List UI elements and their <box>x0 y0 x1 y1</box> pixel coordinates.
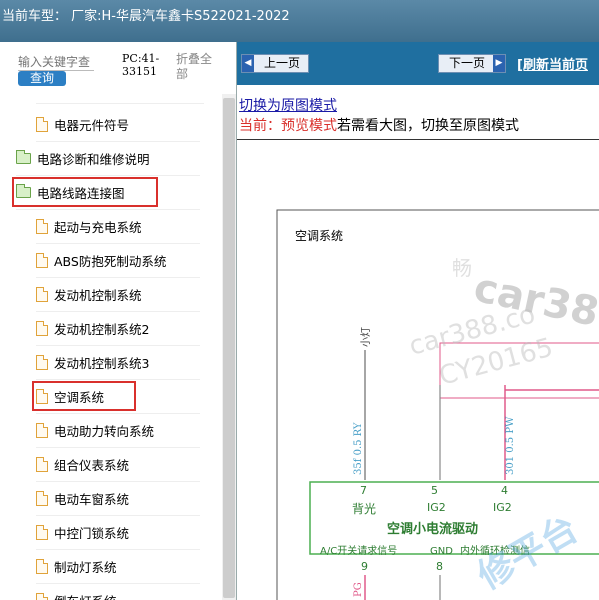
file-icon <box>36 525 48 540</box>
refresh-page-link[interactable]: [刷新当前页 <box>517 54 588 73</box>
page-toolbar: ◀ 上一页 下一页 ▶ [刷新当前页 <box>237 42 599 85</box>
tree-item[interactable]: 电动车窗系统 <box>36 482 200 516</box>
collapse-all-button[interactable]: 折叠全部 <box>176 52 220 82</box>
arrow-right-icon: ▶ <box>493 55 505 72</box>
label-ig2-b: IG2 <box>493 501 512 514</box>
tree-item[interactable]: 电路诊断和维修说明 <box>16 142 200 176</box>
next-page-label: 下一页 <box>449 56 486 70</box>
highlight-box <box>12 177 158 207</box>
pin-5: 5 <box>431 484 438 497</box>
tree-item[interactable]: 电动助力转向系统 <box>36 414 200 448</box>
tree-item-label: 组合仪表系统 <box>54 458 130 473</box>
pin-4: 4 <box>501 484 508 497</box>
tree-item-label: 发动机控制系统3 <box>54 356 150 371</box>
prev-page-button[interactable]: ◀ 上一页 <box>241 54 309 73</box>
wire-label-1: 35f 0.5 RY <box>353 422 364 475</box>
search-bar: 查询 PC:41-33151 折叠全部 <box>0 42 236 94</box>
tree-item-label: 发动机控制系统2 <box>54 322 150 337</box>
tree-item[interactable]: 组合仪表系统 <box>36 448 200 482</box>
tree-item-label: 倒车灯系统 <box>54 591 117 600</box>
file-icon <box>36 287 48 302</box>
title-bar: 当前车型： 厂家:H-华晨汽车鑫卡S522021-2022 <box>0 0 599 42</box>
pin-9: 9 <box>361 560 368 573</box>
tree-item-label: 中控门锁系统 <box>54 526 130 541</box>
tree-item[interactable]: 制动灯系统 <box>36 550 200 584</box>
tree-item[interactable]: 发动机控制系统2 <box>36 312 200 346</box>
tree-item-partial <box>36 94 204 104</box>
diagram-title: 空调系统 <box>295 229 343 243</box>
next-page-button[interactable]: 下一页 ▶ <box>438 54 506 73</box>
label-backlight: 背光 <box>352 502 376 516</box>
file-icon <box>36 321 48 336</box>
label-ac-request: A/C开关请求信号 <box>320 544 397 557</box>
tree-item[interactable]: 发动机控制系统 <box>36 278 200 312</box>
tree-item-label: 电路诊断和维修说明 <box>37 152 150 167</box>
scrollbar-thumb[interactable] <box>223 98 235 598</box>
label-gnd: GND <box>430 546 453 557</box>
file-icon <box>36 355 48 370</box>
watermark-5: 修平台 <box>471 508 585 598</box>
file-icon <box>36 423 48 438</box>
wiring-diagram: 空调系统 小灯 35f 0.5 RY 301 0.5 PW PG 7 5 4 背… <box>276 209 599 600</box>
tree-item-label: 制动灯系统 <box>54 560 117 575</box>
search-button[interactable]: 查询 <box>18 71 66 86</box>
tree-item[interactable]: 倒车灯系统 <box>36 584 200 600</box>
watermark-4: 畅 <box>452 256 472 280</box>
content-area: 切换为原图模式 当前：预览模式若需看大图，切换至原图模式 空调系统 小灯 35f… <box>237 85 599 600</box>
module-name: 空调小电流驱动 <box>387 521 478 537</box>
tree-item-label: 电动助力转向系统 <box>54 424 155 439</box>
tree-item[interactable]: 中控门锁系统 <box>36 516 200 550</box>
pin-7: 7 <box>360 484 367 497</box>
highlight-box <box>32 381 136 411</box>
tree-item[interactable]: 发动机控制系统3 <box>36 346 200 380</box>
file-icon <box>36 457 48 472</box>
search-input[interactable] <box>18 54 94 71</box>
tree-item-label: 电动车窗系统 <box>54 492 130 507</box>
file-icon <box>36 491 48 506</box>
tree-item[interactable]: 电器元件符号 <box>36 108 200 142</box>
file-icon <box>36 253 48 268</box>
window-title: 当前车型： 厂家:H-华晨汽车鑫卡S522021-2022 <box>2 9 290 24</box>
folder-open-icon <box>16 150 31 164</box>
tree-view: 电器元件符号 电路诊断和维修说明 电路线路连接图 起动与充电系统 ABS防抱死制动系统发… <box>0 94 222 600</box>
sidebar: 查询 PC:41-33151 折叠全部 电器元件符号电路诊断和维修说明电路线路连… <box>0 42 237 600</box>
pc-code: PC:41-33151 <box>122 52 160 78</box>
tree-item[interactable]: ABS防抱死制动系统 <box>36 244 200 278</box>
arrow-left-icon: ◀ <box>242 55 254 72</box>
tree-item-label: 发动机控制系统 <box>54 288 142 303</box>
wire-label-2: 301 0.5 PW <box>505 416 516 475</box>
pin-8: 8 <box>436 560 443 573</box>
file-icon <box>36 559 48 574</box>
label-ig2-a: IG2 <box>427 501 446 514</box>
tree-item-label: ABS防抱死制动系统 <box>54 254 167 269</box>
wire-label-small-light: 小灯 <box>360 327 372 347</box>
file-icon <box>36 219 48 234</box>
tree-item-label: 起动与充电系统 <box>54 220 142 235</box>
file-icon <box>36 593 48 600</box>
prev-page-label: 上一页 <box>264 56 301 70</box>
tree-item-label: 电器元件符号 <box>54 118 130 133</box>
wire-label-pg: PG <box>353 582 364 597</box>
file-icon <box>36 117 48 132</box>
tree-item[interactable]: 起动与充电系统 <box>36 210 200 244</box>
